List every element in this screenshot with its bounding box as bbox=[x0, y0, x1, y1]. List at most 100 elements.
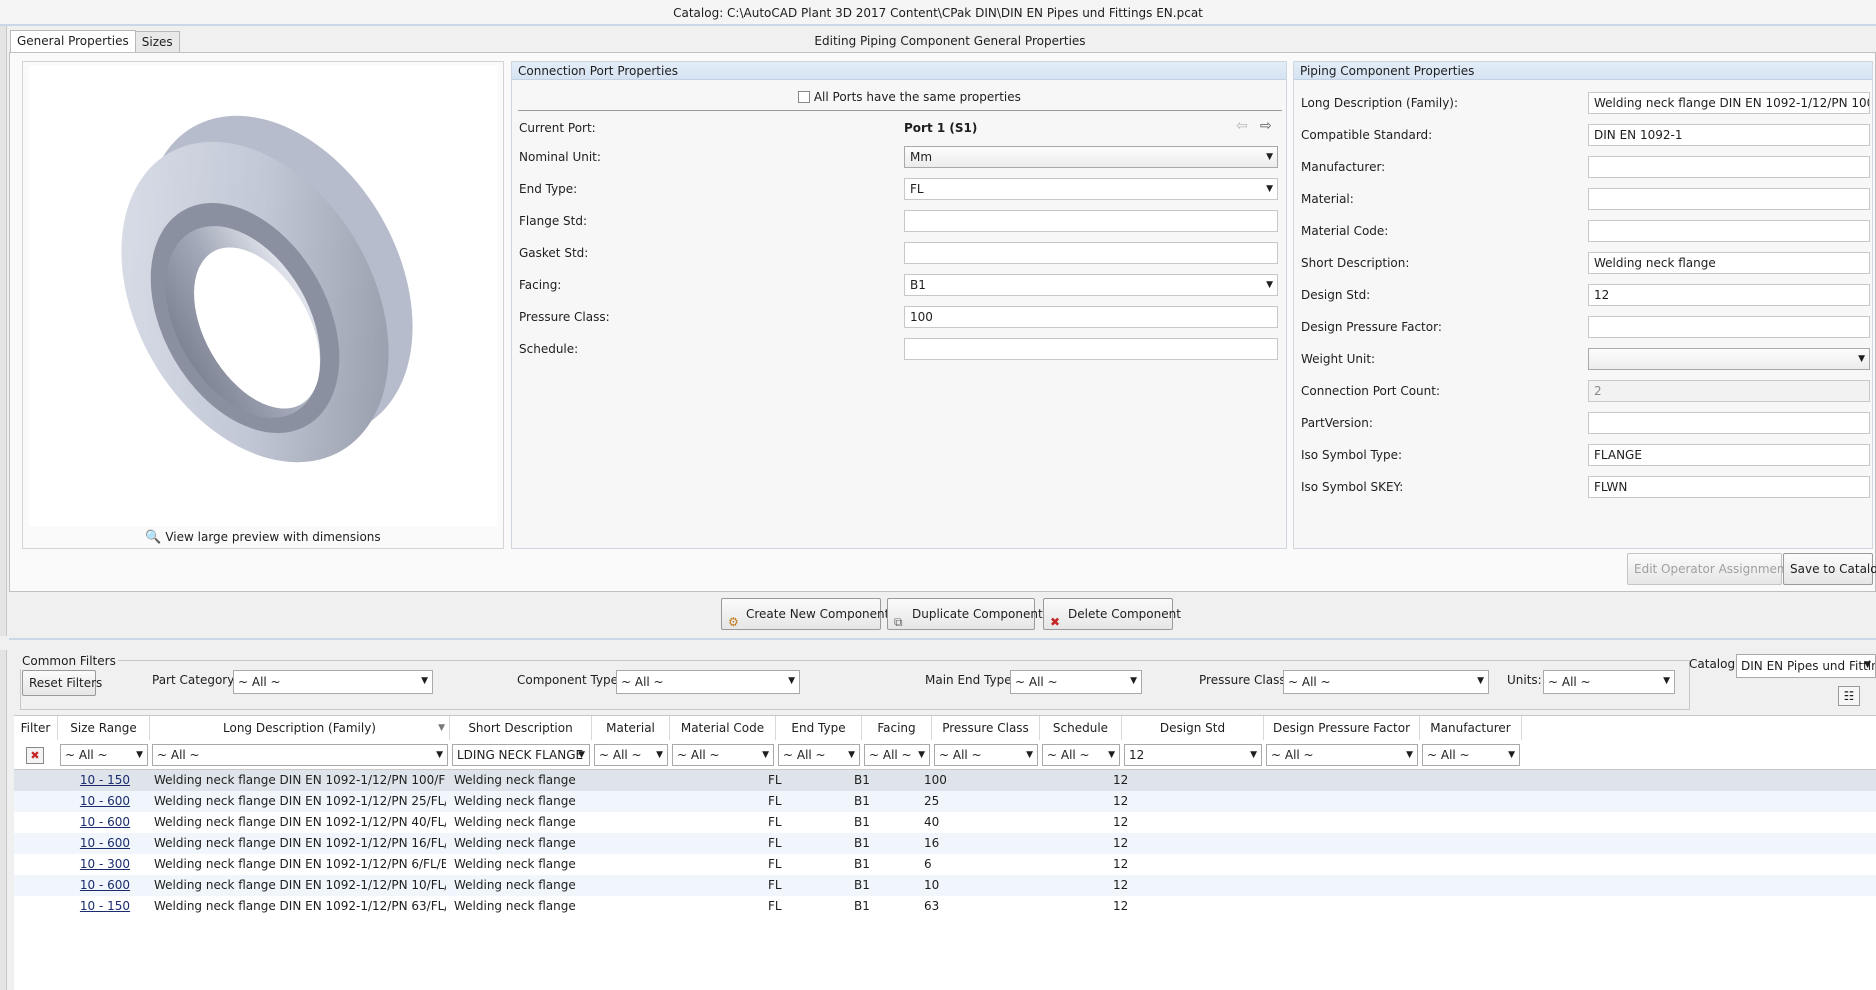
cell-design-pressure-factor bbox=[1254, 896, 1414, 917]
chevron-down-icon: ▼ bbox=[436, 750, 443, 760]
gasket-std-field[interactable] bbox=[904, 242, 1278, 264]
filter-short-description[interactable]: LDING NECK FLANGE ▼ bbox=[452, 744, 590, 766]
delete-component-button[interactable]: ✖Delete Component bbox=[1043, 598, 1181, 630]
cell-size-range[interactable]: 10 - 600 bbox=[70, 812, 140, 833]
filter-end-type[interactable]: ~ All ~ ▼ bbox=[778, 744, 860, 766]
compatible-standard-field[interactable]: DIN EN 1092-1 bbox=[1588, 124, 1870, 146]
flange-std-field[interactable] bbox=[904, 210, 1278, 232]
weight-unit-select[interactable]: ▼ bbox=[1588, 348, 1870, 370]
prev-port-arrow-icon[interactable]: ⇦ bbox=[1236, 118, 1248, 134]
cell-pressure-class: 40 bbox=[924, 815, 940, 829]
cell-facing: B1 bbox=[854, 773, 870, 787]
column-header-material-code[interactable]: Material Code bbox=[670, 716, 776, 740]
filter-material[interactable]: ~ All ~ ▼ bbox=[594, 744, 668, 766]
design-std-field[interactable]: 12 bbox=[1588, 284, 1870, 306]
view-large-preview-link[interactable]: 🔍 View large preview with dimensions bbox=[23, 528, 503, 547]
filter-schedule[interactable]: ~ All ~ ▼ bbox=[1042, 744, 1120, 766]
part-version-field[interactable] bbox=[1588, 412, 1870, 434]
duplicate-component-button[interactable]: ⧉Duplicate Component bbox=[887, 598, 1043, 630]
cell-size-range[interactable]: 10 - 150 bbox=[70, 770, 140, 791]
cell-size-range[interactable]: 10 - 150 bbox=[70, 896, 140, 917]
column-header-schedule[interactable]: Schedule bbox=[1040, 716, 1122, 740]
filter-design-std[interactable]: 12 ▼ bbox=[1124, 744, 1262, 766]
short-description-field[interactable]: Welding neck flange bbox=[1588, 252, 1870, 274]
column-header-long-description[interactable]: Long Description (Family) ▼ bbox=[150, 716, 450, 740]
table-row[interactable]: 10 - 600 Welding neck flange DIN EN 1092-… bbox=[14, 812, 1876, 833]
part-category-select[interactable]: ~ All ~ ▼ bbox=[233, 670, 433, 694]
filter-manufacturer[interactable]: ~ All ~ ▼ bbox=[1422, 744, 1520, 766]
column-header-material[interactable]: Material bbox=[592, 716, 670, 740]
cell-short-description: Welding neck flange bbox=[454, 773, 576, 787]
column-header-design-std[interactable]: Design Std bbox=[1122, 716, 1264, 740]
filter-settings-icon[interactable]: ☷ bbox=[1838, 686, 1860, 706]
cell-facing: B1 bbox=[854, 899, 870, 913]
filter-pressure-class[interactable]: ~ All ~ ▼ bbox=[934, 744, 1038, 766]
facing-select[interactable]: B1 ▼ bbox=[904, 274, 1278, 296]
table-row[interactable]: 10 - 150 Welding neck flange DIN EN 1092-… bbox=[14, 896, 1876, 917]
column-header-size-range[interactable]: Size Range bbox=[58, 716, 150, 740]
cell-design-pressure-factor bbox=[1254, 791, 1414, 812]
table-row[interactable]: 10 - 600 Welding neck flange DIN EN 1092-… bbox=[14, 791, 1876, 812]
pressure-class-field[interactable]: 100 bbox=[904, 306, 1278, 328]
column-header-end-type[interactable]: End Type bbox=[776, 716, 862, 740]
table-row[interactable]: 10 - 600 Welding neck flange DIN EN 1092-… bbox=[14, 833, 1876, 854]
cell-pressure-class: 6 bbox=[924, 857, 932, 871]
filter-size-range[interactable]: ~ All ~ ▼ bbox=[60, 744, 148, 766]
cell-manufacturer bbox=[1424, 770, 1524, 791]
cell-size-range[interactable]: 10 - 600 bbox=[70, 833, 140, 854]
table-row[interactable]: 10 - 300 Welding neck flange DIN EN 1092-… bbox=[14, 854, 1876, 875]
main-end-type-select[interactable]: ~ All ~ ▼ bbox=[1010, 670, 1142, 694]
table-row[interactable]: 10 - 600 Welding neck flange DIN EN 1092-… bbox=[14, 875, 1876, 896]
column-header-short-description[interactable]: Short Description bbox=[450, 716, 592, 740]
table-row[interactable]: 10 - 150 Welding neck flange DIN EN 1092-… bbox=[14, 770, 1876, 791]
material-field[interactable] bbox=[1588, 188, 1870, 210]
iso-symbol-type-field[interactable]: FLANGE bbox=[1588, 444, 1870, 466]
filter-material-code[interactable]: ~ All ~ ▼ bbox=[672, 744, 774, 766]
units-select[interactable]: ~ All ~ ▼ bbox=[1543, 670, 1675, 694]
tab-sizes[interactable]: Sizes bbox=[134, 31, 180, 53]
material-code-field[interactable] bbox=[1588, 220, 1870, 242]
long-description-field[interactable]: Welding neck flange DIN EN 1092-1/12/PN … bbox=[1588, 92, 1870, 114]
column-header-pressure-class[interactable]: Pressure Class bbox=[932, 716, 1040, 740]
end-type-select[interactable]: FL ▼ bbox=[904, 178, 1278, 200]
component-type-select[interactable]: ~ All ~ ▼ bbox=[616, 670, 800, 694]
cell-size-range[interactable]: 10 - 300 bbox=[70, 854, 140, 875]
catalog-select[interactable]: DIN EN Pipes und Fittin ▼ bbox=[1736, 654, 1876, 678]
edit-operator-assignments-button[interactable]: Edit Operator Assignments bbox=[1627, 553, 1795, 585]
cell-size-range[interactable]: 10 - 600 bbox=[70, 791, 140, 812]
cell-material bbox=[596, 875, 670, 896]
design-pressure-factor-field[interactable] bbox=[1588, 316, 1870, 338]
main-end-type-label: Main End Type: bbox=[925, 673, 1016, 687]
create-new-component-button[interactable]: ⚙Create New Component bbox=[721, 598, 889, 630]
preview-panel: 🔍 View large preview with dimensions bbox=[22, 61, 504, 549]
clear-filter-icon[interactable]: ✖ bbox=[26, 747, 44, 764]
filter-facing[interactable]: ~ All ~ ▼ bbox=[864, 744, 930, 766]
cell-long-description: Welding neck flange DIN EN 1092-1/12/PN … bbox=[154, 815, 446, 829]
cell-end-type: FL bbox=[768, 794, 782, 808]
iso-symbol-skey-field[interactable]: FLWN bbox=[1588, 476, 1870, 498]
save-to-catalog-button[interactable]: Save to Catalog bbox=[1783, 553, 1876, 585]
catalog-label: Catalog: bbox=[1689, 657, 1740, 671]
column-header-filter[interactable]: Filter bbox=[14, 716, 58, 740]
reset-filters-button[interactable]: Reset Filters bbox=[22, 670, 102, 696]
checkbox-box bbox=[798, 91, 810, 103]
manufacturer-field[interactable] bbox=[1588, 156, 1870, 178]
cell-size-range[interactable]: 10 - 600 bbox=[70, 875, 140, 896]
schedule-field[interactable] bbox=[904, 338, 1278, 360]
cell-material-code bbox=[674, 833, 764, 854]
filter-design-pressure-factor[interactable]: ~ All ~ ▼ bbox=[1266, 744, 1418, 766]
column-header-manufacturer[interactable]: Manufacturer bbox=[1420, 716, 1522, 740]
gasket-std-label: Gasket Std: bbox=[519, 246, 589, 260]
next-port-arrow-icon[interactable]: ⇨ bbox=[1260, 118, 1272, 134]
cell-material bbox=[596, 896, 670, 917]
piping-component-panel: Piping Component Properties Long Descrip… bbox=[1293, 61, 1873, 549]
all-ports-same-checkbox[interactable]: All Ports have the same properties bbox=[798, 89, 1021, 105]
nominal-unit-select[interactable]: Mm ▼ bbox=[904, 146, 1278, 168]
filter-long-description[interactable]: ~ All ~ ▼ bbox=[152, 744, 448, 766]
piping-component-header: Piping Component Properties bbox=[1294, 62, 1872, 80]
tab-general-properties[interactable]: General Properties bbox=[10, 30, 136, 53]
column-header-design-pressure-factor[interactable]: Design Pressure Factor bbox=[1264, 716, 1420, 740]
cell-design-pressure-factor bbox=[1254, 770, 1414, 791]
pressure-class-filter-select[interactable]: ~ All ~ ▼ bbox=[1283, 670, 1489, 694]
column-header-facing[interactable]: Facing bbox=[862, 716, 932, 740]
